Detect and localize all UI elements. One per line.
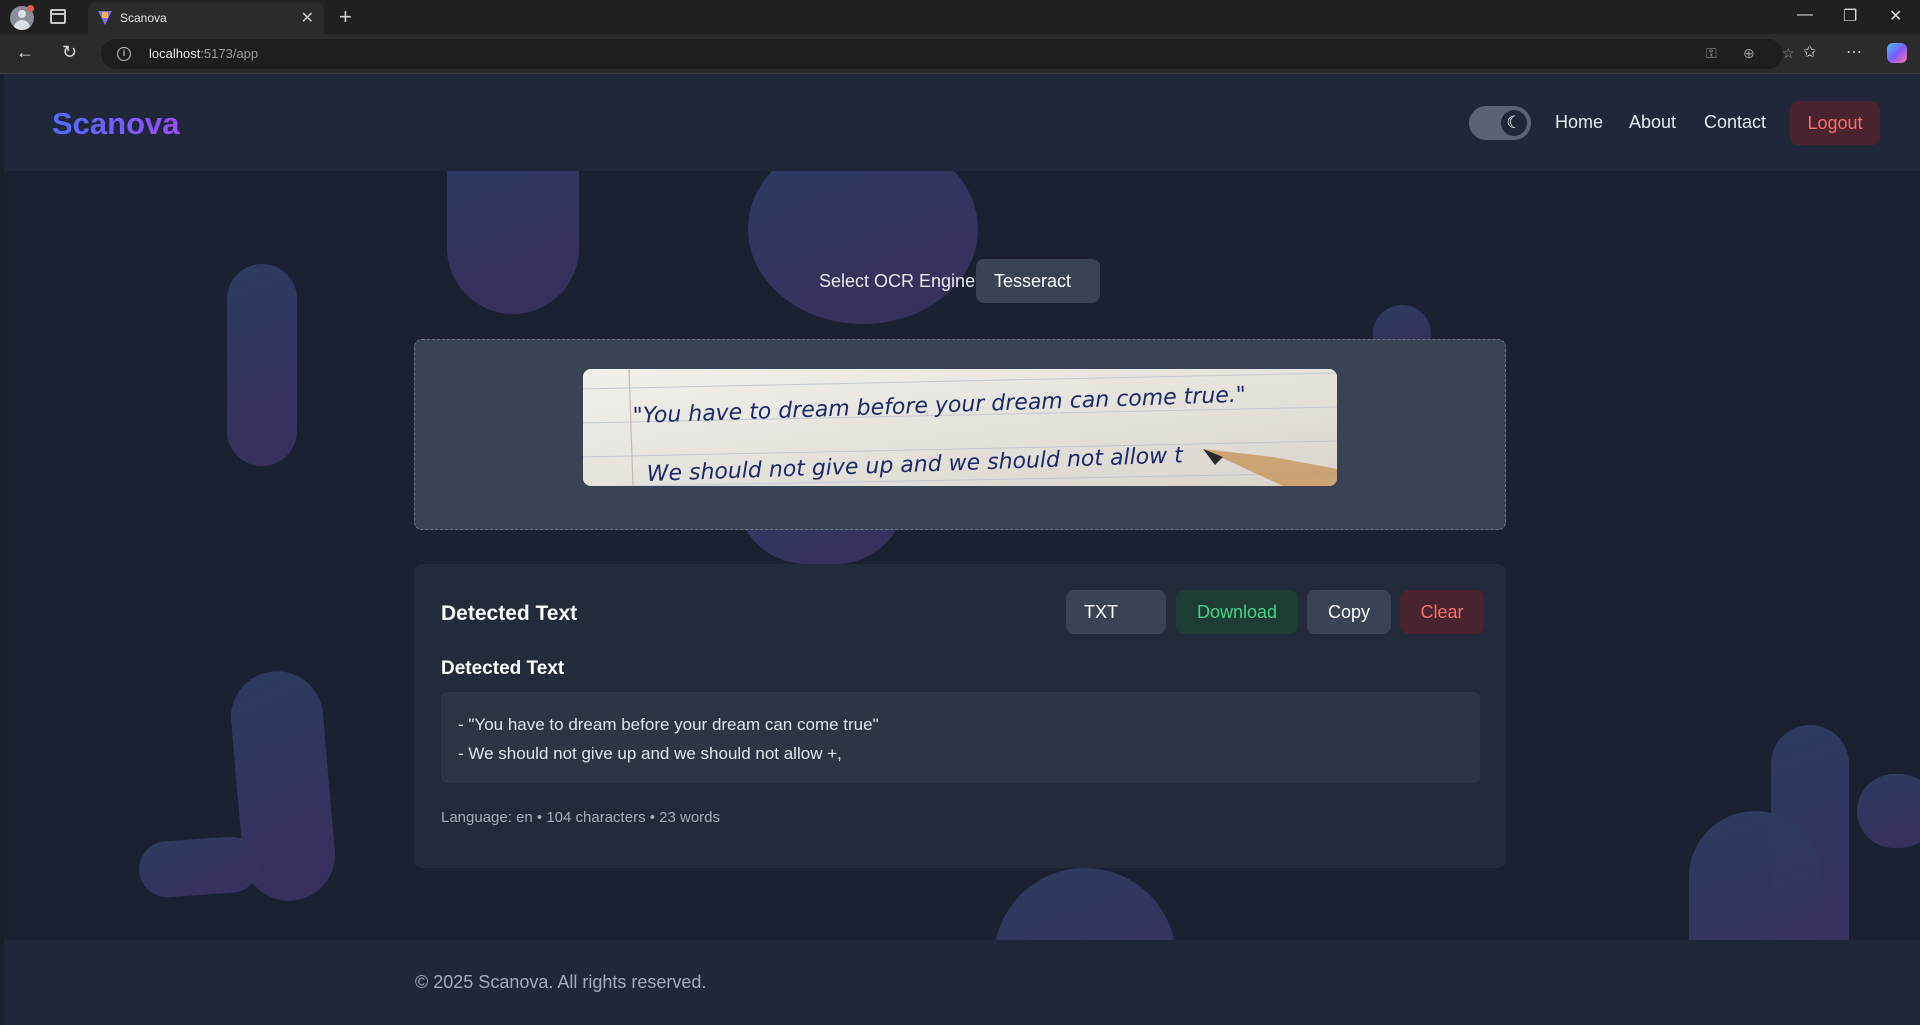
page-viewport: Scanova ☾ Home About Contact Logout Sele… xyxy=(4,74,1920,1025)
favorite-star-icon[interactable]: ☆ xyxy=(1782,45,1795,62)
more-icon[interactable]: ⋯ xyxy=(1846,42,1862,62)
url-host: localhost xyxy=(149,46,201,61)
decor-blob xyxy=(137,834,261,900)
uploaded-image-preview: "You have to dream before your dream can… xyxy=(583,369,1337,486)
ocr-engine-label: Select OCR Engine: xyxy=(819,271,981,291)
tab-actions-icon[interactable] xyxy=(50,9,66,24)
brand-logo[interactable]: Scanova xyxy=(52,106,180,142)
favorites-icon[interactable]: ✩ xyxy=(1803,42,1816,62)
detected-text-line: - We should not give up and we should no… xyxy=(458,744,842,763)
moon-icon: ☾ xyxy=(1501,110,1527,136)
copy-button[interactable]: Copy xyxy=(1307,590,1391,634)
image-dropzone[interactable]: "You have to dream before your dream can… xyxy=(414,339,1506,530)
restore-icon[interactable]: ❐ xyxy=(1843,6,1857,26)
site-info-icon[interactable]: i xyxy=(117,47,131,61)
handwriting-image: "You have to dream before your dream can… xyxy=(583,369,1337,486)
reload-icon[interactable]: ↻ xyxy=(62,42,77,63)
decor-blob xyxy=(1857,774,1920,848)
download-button[interactable]: Download xyxy=(1176,590,1298,634)
detected-text-output[interactable]: - "You have to dream before your dream c… xyxy=(441,692,1480,783)
zoom-icon[interactable]: ⊕ xyxy=(1743,45,1755,62)
window-close-icon[interactable]: ✕ xyxy=(1889,6,1902,26)
address-bar[interactable]: i localhost:5173/app ⚿ ⊕ ☆ xyxy=(101,39,1795,69)
key-icon[interactable]: ⚿ xyxy=(1706,45,1717,62)
detected-text-card: Detected Text TXT Download Copy Clear De… xyxy=(414,564,1506,868)
nav-contact[interactable]: Contact xyxy=(1704,112,1766,133)
logout-button[interactable]: Logout xyxy=(1790,101,1880,145)
app-footer: © 2025 Scanova. All rights reserved. xyxy=(4,940,1920,1025)
copilot-icon[interactable] xyxy=(1887,43,1907,63)
favicon-icon xyxy=(98,11,112,25)
app-header: Scanova ☾ Home About Contact Logout xyxy=(4,74,1920,171)
detected-text-subtitle: Detected Text xyxy=(441,658,565,679)
text-stats: Language: en • 104 characters • 23 words xyxy=(441,809,721,826)
card-title: Detected Text xyxy=(441,602,578,625)
decor-blob xyxy=(227,264,297,466)
url-text: localhost:5173/app xyxy=(149,46,258,61)
back-icon[interactable]: ← xyxy=(16,42,34,63)
url-path: :5173/app xyxy=(200,46,259,61)
theme-toggle[interactable]: ☾ xyxy=(1469,106,1531,140)
ocr-engine-select[interactable]: Tesseract xyxy=(976,259,1100,303)
nav-about[interactable]: About xyxy=(1629,112,1676,133)
tab-title: Scanova xyxy=(120,11,167,25)
notification-dot xyxy=(27,5,34,12)
browser-tab-bar: Scanova ✕ + — ❐ ✕ xyxy=(0,0,1920,34)
detected-text-line: - "You have to dream before your dream c… xyxy=(458,715,879,734)
minimize-icon[interactable]: — xyxy=(1797,6,1813,24)
browser-toolbar: ← ↻ i localhost:5173/app ⚿ ⊕ ☆ ✩ ⋯ xyxy=(0,34,1920,74)
new-tab-icon[interactable]: + xyxy=(339,4,352,30)
clear-button[interactable]: Clear xyxy=(1400,590,1484,634)
format-select[interactable]: TXT xyxy=(1066,590,1166,634)
tab-close-icon[interactable]: ✕ xyxy=(301,8,314,28)
nav-home[interactable]: Home xyxy=(1555,112,1603,133)
browser-tab[interactable]: Scanova ✕ xyxy=(88,2,324,34)
copyright-text: © 2025 Scanova. All rights reserved. xyxy=(415,972,707,992)
